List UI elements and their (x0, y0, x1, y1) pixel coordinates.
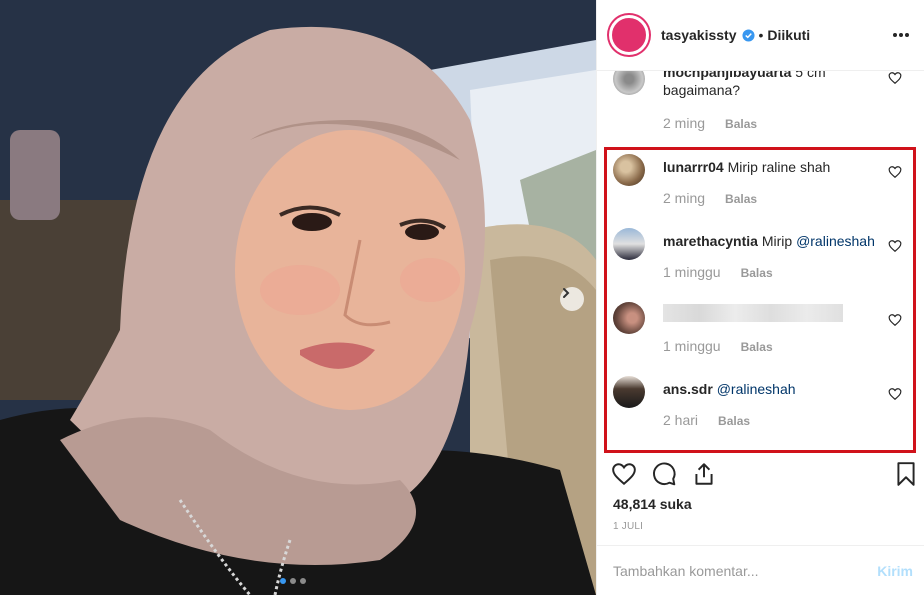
like-heart-icon[interactable] (611, 461, 637, 487)
post-actions-bar (597, 459, 924, 494)
post-comment-button[interactable]: Kirim (877, 563, 913, 579)
comment-body: Mirip raline shah (727, 159, 831, 175)
heart-icon[interactable] (888, 387, 902, 401)
comment-body: Mirip (761, 233, 793, 249)
author-username[interactable]: tasyakissty (661, 27, 737, 43)
carousel-dot (290, 578, 296, 584)
verified-badge-icon (741, 28, 755, 42)
carousel-next-button[interactable] (560, 287, 584, 311)
share-icon[interactable] (691, 461, 717, 487)
comments-list[interactable]: mochpanjibayuarta 5 cm bagaimana? 2 ming… (597, 71, 924, 459)
post-photo[interactable] (0, 0, 596, 595)
comment-username[interactable]: lunarrr04 (663, 159, 724, 175)
comment-text: mochpanjibayuarta 5 cm bagaimana? (663, 71, 883, 99)
reply-button[interactable]: Balas (725, 117, 757, 131)
post-date: 1 JULI (613, 521, 644, 532)
comment-time[interactable]: 2 ming (663, 190, 705, 206)
header-separator: • (758, 27, 764, 43)
comment-username[interactable]: mochpanjibayuarta (663, 71, 791, 80)
carousel-dot (280, 578, 286, 584)
more-options-icon[interactable] (892, 32, 910, 38)
comment-meta: 2 ming Balas (663, 115, 757, 131)
comment-avatar[interactable] (613, 228, 645, 260)
chevron-right-icon (563, 288, 570, 298)
heart-icon[interactable] (888, 313, 902, 327)
comment-input[interactable] (613, 562, 878, 579)
post-side-panel: tasyakissty • Diikuti mochpanjibayuarta … (596, 0, 924, 595)
comment-text: ans.sdr @ralineshah (663, 380, 883, 398)
reply-button[interactable]: Balas (725, 192, 757, 206)
comment-avatar[interactable] (613, 71, 645, 95)
likes-count[interactable]: 48,814 suka (613, 496, 692, 512)
comment-time[interactable]: 2 hari (663, 412, 698, 428)
reply-button[interactable]: Balas (741, 266, 773, 280)
heart-icon[interactable] (888, 165, 902, 179)
heart-icon[interactable] (888, 71, 902, 85)
selfie-image (0, 0, 596, 595)
comment-avatar[interactable] (613, 376, 645, 408)
reply-button[interactable]: Balas (718, 414, 750, 428)
comment-meta: 1 minggu Balas (663, 338, 773, 354)
redacted-comment-text (663, 304, 843, 322)
add-comment-bar: Kirim (597, 545, 924, 595)
carousel-indicator (280, 578, 306, 584)
comment-time[interactable]: 2 ming (663, 115, 705, 131)
heart-icon[interactable] (888, 239, 902, 253)
comment-username[interactable]: ans.sdr (663, 381, 713, 397)
comment-mention-link[interactable]: @ralineshah (796, 233, 875, 249)
comment-meta: 2 hari Balas (663, 412, 750, 428)
comment-time[interactable]: 1 minggu (663, 338, 721, 354)
comment-time[interactable]: 1 minggu (663, 264, 721, 280)
post-header: tasyakissty • Diikuti (597, 0, 924, 71)
author-avatar[interactable] (609, 15, 649, 55)
follow-status-button[interactable]: Diikuti (767, 27, 810, 43)
reply-button[interactable]: Balas (741, 340, 773, 354)
carousel-dot (300, 578, 306, 584)
comment-meta: 2 ming Balas (663, 190, 757, 206)
comment-avatar[interactable] (613, 154, 645, 186)
comment-mention-link[interactable]: @ralineshah (717, 381, 796, 397)
comment-username[interactable]: marethacyntia (663, 233, 758, 249)
comment-icon[interactable] (651, 461, 677, 487)
comment-text: marethacyntia Mirip @ralineshah (663, 232, 883, 250)
comment-avatar[interactable] (613, 302, 645, 334)
comment-text: lunarrr04 Mirip raline shah (663, 158, 883, 176)
bookmark-icon[interactable] (893, 461, 919, 487)
comment-meta: 1 minggu Balas (663, 264, 773, 280)
